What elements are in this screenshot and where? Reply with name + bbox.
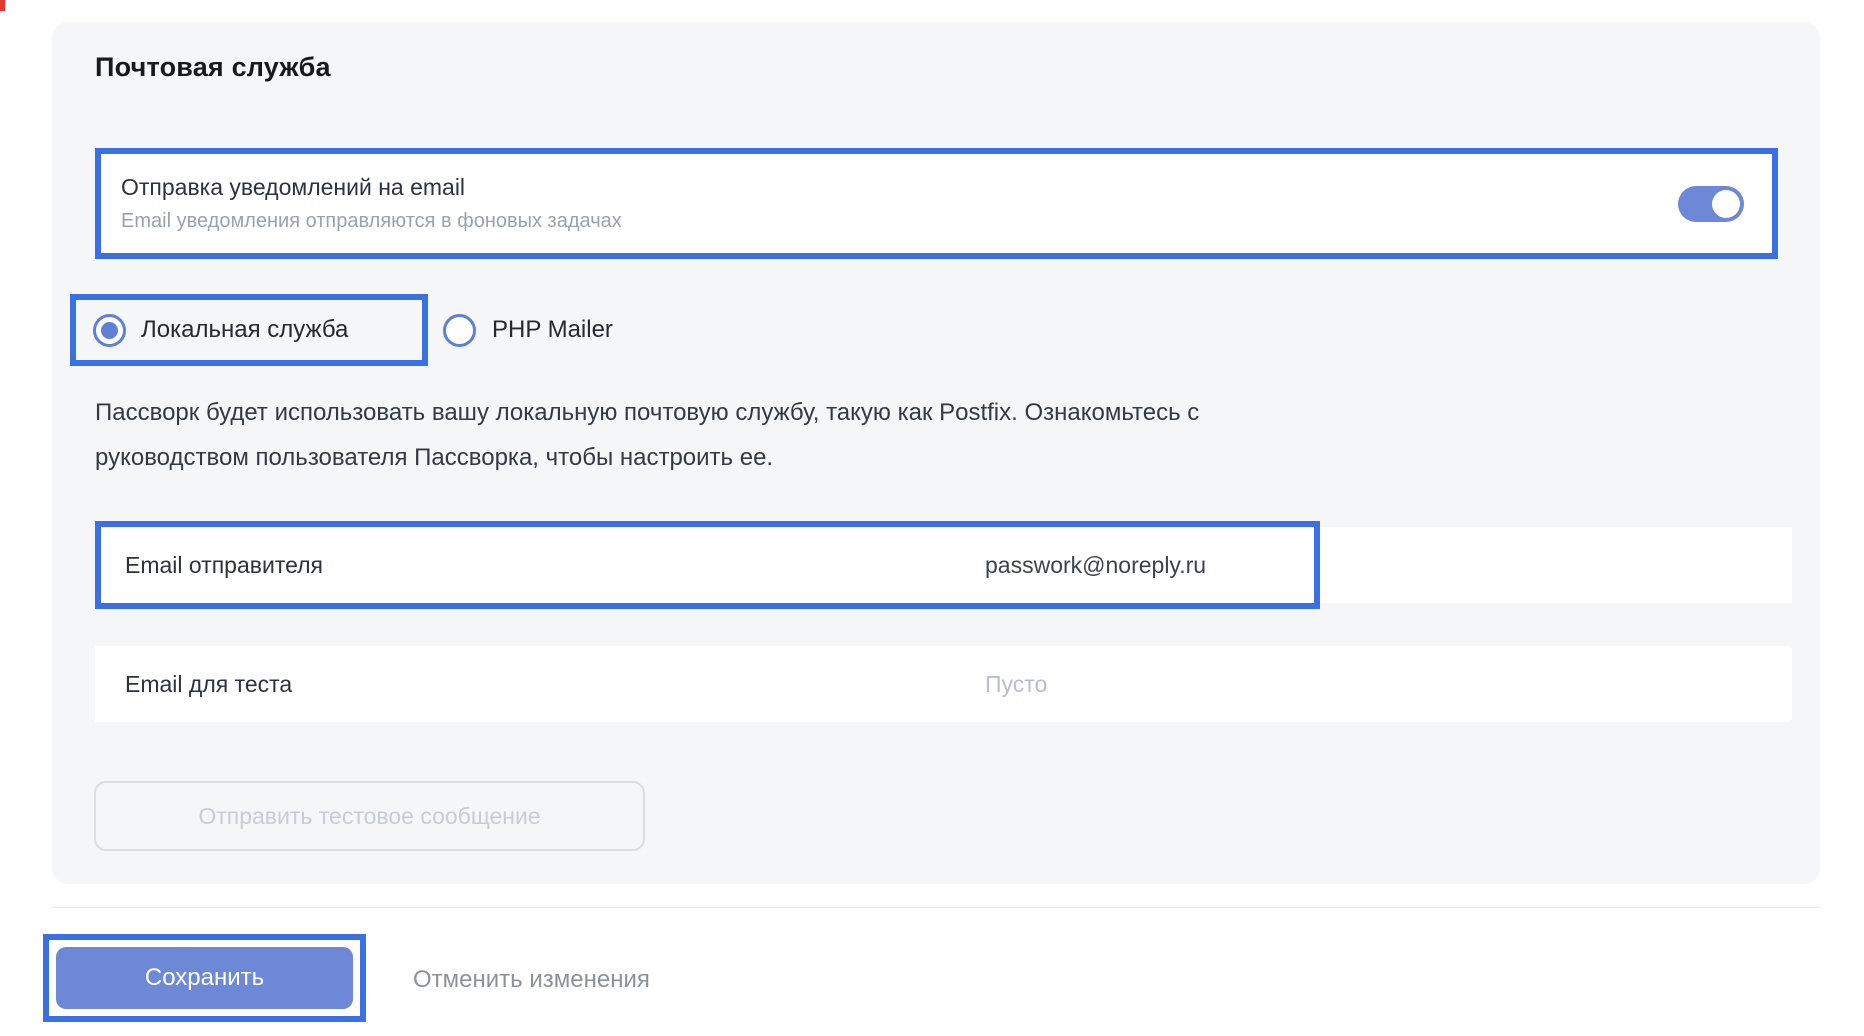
footer-divider	[52, 907, 1820, 908]
radio-option-local-service[interactable]: Локальная служба	[70, 294, 428, 366]
radio-unselected-icon[interactable]	[443, 314, 476, 347]
page-title: Почтовая служба	[95, 52, 331, 83]
radio-label-local-service: Локальная служба	[141, 316, 348, 344]
mail-service-settings-screen: Почтовая служба Отправка уведомлений на …	[0, 0, 1864, 1036]
local-service-help-text: Пассворк будет использовать вашу локальн…	[95, 390, 1199, 480]
radio-selected-icon[interactable]	[93, 314, 126, 347]
help-text-line-1: Пассворк будет использовать вашу локальн…	[95, 390, 1199, 435]
email-test-row: Email для теста	[95, 646, 1792, 722]
send-test-message-button[interactable]: Отправить тестовое сообщение	[94, 781, 645, 851]
email-sender-row: Email отправителя	[95, 527, 1792, 603]
email-notifications-description: Email уведомления отправляются в фоновых…	[121, 210, 622, 233]
radio-option-php-mailer[interactable]: PHP Mailer	[443, 294, 613, 366]
email-test-input[interactable]	[985, 671, 1685, 698]
toggle-knob-icon	[1712, 190, 1740, 218]
email-notifications-label: Отправка уведомлений на email	[121, 174, 622, 201]
save-button-annotation-highlight: Сохранить	[43, 934, 366, 1022]
email-sender-label: Email отправителя	[125, 552, 985, 579]
email-notifications-text: Отправка уведомлений на email Email увед…	[121, 174, 622, 233]
email-test-label: Email для теста	[125, 671, 985, 698]
screen-corner-artifact	[0, 0, 5, 11]
cancel-changes-link[interactable]: Отменить изменения	[413, 963, 650, 997]
email-sender-input[interactable]	[985, 552, 1685, 579]
help-text-line-2: руководством пользователя Пассворка, что…	[95, 435, 1199, 480]
email-notifications-toggle[interactable]	[1678, 186, 1744, 222]
radio-label-php-mailer: PHP Mailer	[492, 316, 613, 344]
email-notifications-row: Отправка уведомлений на email Email увед…	[95, 148, 1778, 259]
save-button[interactable]: Сохранить	[56, 947, 353, 1009]
